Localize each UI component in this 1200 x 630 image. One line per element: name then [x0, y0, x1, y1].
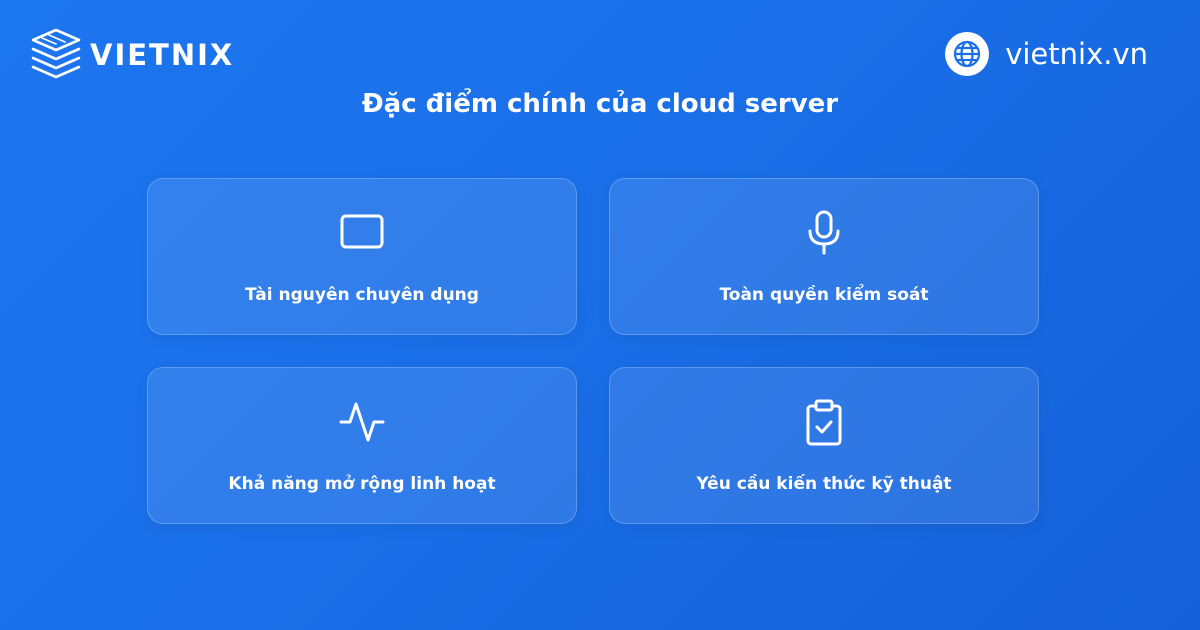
clipboard-check-icon: [806, 399, 842, 446]
microphone-icon: [808, 210, 840, 255]
feature-label: Khả năng mở rộng linh hoạt: [228, 474, 496, 494]
feature-label: Tài nguyên chuyên dụng: [245, 285, 479, 305]
feature-label: Yêu cầu kiến thức kỹ thuật: [696, 474, 952, 494]
globe-icon: [954, 40, 981, 68]
feature-label: Toàn quyền kiểm soát: [719, 285, 929, 305]
activity-pulse-icon: [339, 402, 385, 442]
feature-card-dedicated-resources: Tài nguyên chuyên dụng: [147, 178, 577, 335]
website-link[interactable]: vietnix.vn: [945, 32, 1148, 76]
brand-logo[interactable]: VIETNIX: [29, 27, 234, 83]
feature-card-technical-knowledge: Yêu cầu kiến thức kỹ thuật: [609, 367, 1039, 524]
feature-card-flexible-scaling: Khả năng mở rộng linh hoạt: [147, 367, 577, 524]
stacked-server-layers-logo-icon: [31, 28, 81, 79]
website-url: vietnix.vn: [1005, 36, 1148, 71]
feature-card-full-control: Toàn quyền kiểm soát: [609, 178, 1039, 335]
brand-name: VIETNIX: [90, 37, 235, 72]
globe-badge: [945, 32, 990, 76]
monitor-screen-icon: [340, 214, 384, 249]
page-title: Đặc điểm chính của cloud server: [361, 89, 839, 119]
